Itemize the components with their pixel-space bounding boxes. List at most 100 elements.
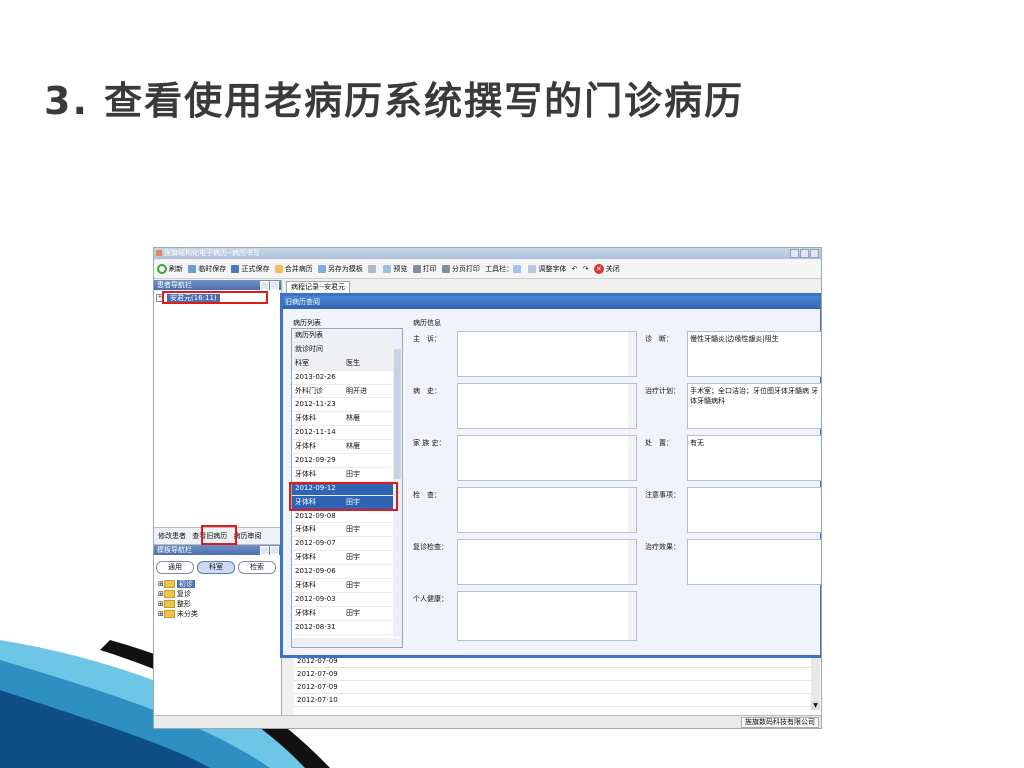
pen-tool-button[interactable] <box>368 260 378 278</box>
exam-field[interactable] <box>457 487 637 533</box>
disposal-field[interactable]: 有无 <box>687 435 821 481</box>
redo-icon: ↷ <box>582 265 589 273</box>
patient-nav-header: 患者导航栏 <box>154 280 281 290</box>
scroll-down-icon[interactable]: ▼ <box>811 701 820 710</box>
tree-item[interactable]: ⊞ 未分类 <box>158 609 198 619</box>
record-dept-row[interactable]: 外科门诊 明开进 <box>292 385 402 399</box>
tab-progress-record[interactable]: 病程记录--安君元 <box>286 281 351 293</box>
folder-icon <box>163 610 175 618</box>
temp-save-button[interactable]: 临时保存 <box>188 260 226 278</box>
formal-save-button[interactable]: 正式保存 <box>231 260 269 278</box>
label-treatment-plan: 治疗计划： <box>645 387 680 395</box>
maximize-icon[interactable] <box>800 249 809 258</box>
panel-pin-icon[interactable] <box>260 281 269 290</box>
record-date[interactable]: 2012-11-23 <box>292 398 402 413</box>
table-row[interactable]: 2012-07-09 <box>294 668 821 681</box>
record-date[interactable]: 2012-09-08 <box>292 510 402 524</box>
slide-title: 3. 查看使用老病历系统撰写的门诊病历 <box>44 79 745 123</box>
disk-icon <box>231 265 240 273</box>
record-dept-row[interactable]: 牙体科 田宇 <box>292 607 402 621</box>
record-dept-row[interactable]: 牙体科 田宇 <box>292 468 402 482</box>
edit-patient-button[interactable]: 修改患者 <box>158 528 186 544</box>
minimize-icon[interactable] <box>790 249 799 258</box>
record-dept-row[interactable]: 牙体科 林雁 <box>292 440 402 455</box>
record-date[interactable]: 2012-09-29 <box>292 454 402 468</box>
tree-item[interactable]: ⊞ 整形 <box>158 599 198 609</box>
template-nav: 模板导航栏 <box>154 545 281 555</box>
table-row[interactable]: 2012-07-10 <box>294 694 821 707</box>
window-titlebar: 旌旗结构化电子病历--病历书写 <box>154 248 821 259</box>
panel-collapse-icon[interactable] <box>270 281 279 290</box>
label-disposal: 处 置： <box>645 439 673 447</box>
filter-general[interactable]: 通用 <box>156 561 194 574</box>
close-window-icon[interactable] <box>810 249 819 258</box>
record-dept-row[interactable]: 牙体科 田宇 <box>292 579 402 593</box>
record-date[interactable]: 2012-09-07 <box>292 537 402 552</box>
template-tree: ⊞ 初诊 ⊞ 复诊 ⊞ 整形 ⊞ 未分类 <box>158 579 198 619</box>
record-dept-row[interactable]: 牙体科 田宇 <box>292 523 402 538</box>
page-print-button[interactable]: 分页打印 <box>441 260 480 278</box>
page-print-icon <box>441 265 450 273</box>
annotation-box-old-records <box>201 525 237 545</box>
label-treatment-effect: 治疗效果： <box>645 543 680 551</box>
table-row[interactable]: 2012-07-09 <box>294 681 821 694</box>
undo-icon: ↶ <box>571 265 578 273</box>
label-diagnosis: 诊 断： <box>645 335 673 343</box>
family-history-field[interactable] <box>457 435 637 481</box>
preview-button[interactable]: 预览 <box>383 260 407 278</box>
panel-pin-icon[interactable] <box>260 546 269 555</box>
label-family-history: 家 族 史： <box>413 439 446 447</box>
refresh-icon <box>157 264 167 274</box>
template-icon <box>317 265 326 273</box>
annotation-box-selected-record <box>289 482 398 511</box>
label-notes: 注意事项： <box>645 491 680 499</box>
print-button[interactable]: 打印 <box>412 260 437 278</box>
undo-button[interactable]: ↶ <box>572 260 578 278</box>
record-dept-row[interactable]: 牙体科 田宇 <box>292 551 402 566</box>
folder-icon <box>163 600 175 608</box>
label-exam: 检 查： <box>413 491 441 499</box>
filter-search[interactable]: 检索 <box>238 561 276 574</box>
tree-item[interactable]: ⊞ 复诊 <box>158 589 198 599</box>
diagnosis-field[interactable]: 慢性牙髓炎|边缘性龈炎|阻生 <box>687 331 821 377</box>
list-header: 病历列表 <box>292 329 402 343</box>
left-panel: 患者导航栏 + 安君元(16:11) 修改患者 查看旧病历 病历审阅 模板导航栏 … <box>154 280 282 717</box>
toolbar-toggle-icon[interactable] <box>513 265 522 273</box>
status-bar: 旌旗数码科技有限公司 <box>154 715 821 728</box>
record-dept-row[interactable]: 牙体科 林雁 <box>292 412 402 427</box>
window-title: 旌旗结构化电子病历--病历书写 <box>164 249 261 257</box>
review-records-button[interactable]: 病历审阅 <box>233 528 261 544</box>
pen-icon <box>368 265 377 273</box>
document-tabs: 病程记录--安君元 <box>284 281 821 293</box>
adjust-font-button[interactable]: 调整字体 <box>528 260 566 278</box>
scroll-thumb[interactable] <box>394 349 401 479</box>
chief-complaint-field[interactable] <box>457 331 637 377</box>
treatment-effect-field[interactable] <box>687 539 821 585</box>
vertical-scrollbar[interactable]: ▼ <box>811 653 820 710</box>
record-date[interactable]: 2012-09-06 <box>292 565 402 580</box>
personal-health-field[interactable] <box>457 591 637 641</box>
notes-field[interactable] <box>687 487 821 533</box>
record-date[interactable]: 2013-02-26 <box>292 371 402 385</box>
save-as-template-button[interactable]: 另存为模板 <box>317 260 363 278</box>
close-button[interactable]: ✕ 关闭 <box>593 260 620 278</box>
tree-item[interactable]: ⊞ 初诊 <box>158 579 198 589</box>
panel-collapse-icon[interactable] <box>270 546 279 555</box>
list-horizontal-scrollbar[interactable] <box>292 638 402 647</box>
visit-time-header[interactable]: 就诊时间▽ <box>292 342 402 357</box>
merge-icon <box>274 265 283 273</box>
record-date[interactable]: 2012-08-31 <box>292 621 402 635</box>
record-date[interactable]: 2012-11-14 <box>292 426 402 441</box>
treatment-plan-field[interactable]: 手术室；全口洁治；牙位图牙体牙髓病 牙体牙髓病科 <box>687 383 821 429</box>
old-record-dialog: 旧病历查阅 病历列表 病历信息 病历列表 就诊时间▽ 科室医生 2013-02-… <box>280 293 821 658</box>
merge-record-button[interactable]: 合并病历 <box>274 260 313 278</box>
refresh-button[interactable]: 刷新 <box>157 260 183 278</box>
record-date[interactable]: 2012-09-03 <box>292 593 402 607</box>
history-field[interactable] <box>457 383 637 429</box>
label-personal-health: 个人健康： <box>413 595 448 603</box>
filter-department[interactable]: 科室 <box>197 561 235 574</box>
reexam-field[interactable] <box>457 539 637 585</box>
record-list-label: 病历列表 <box>293 319 321 327</box>
folder-icon <box>163 580 175 588</box>
redo-button[interactable]: ↷ <box>583 260 589 278</box>
